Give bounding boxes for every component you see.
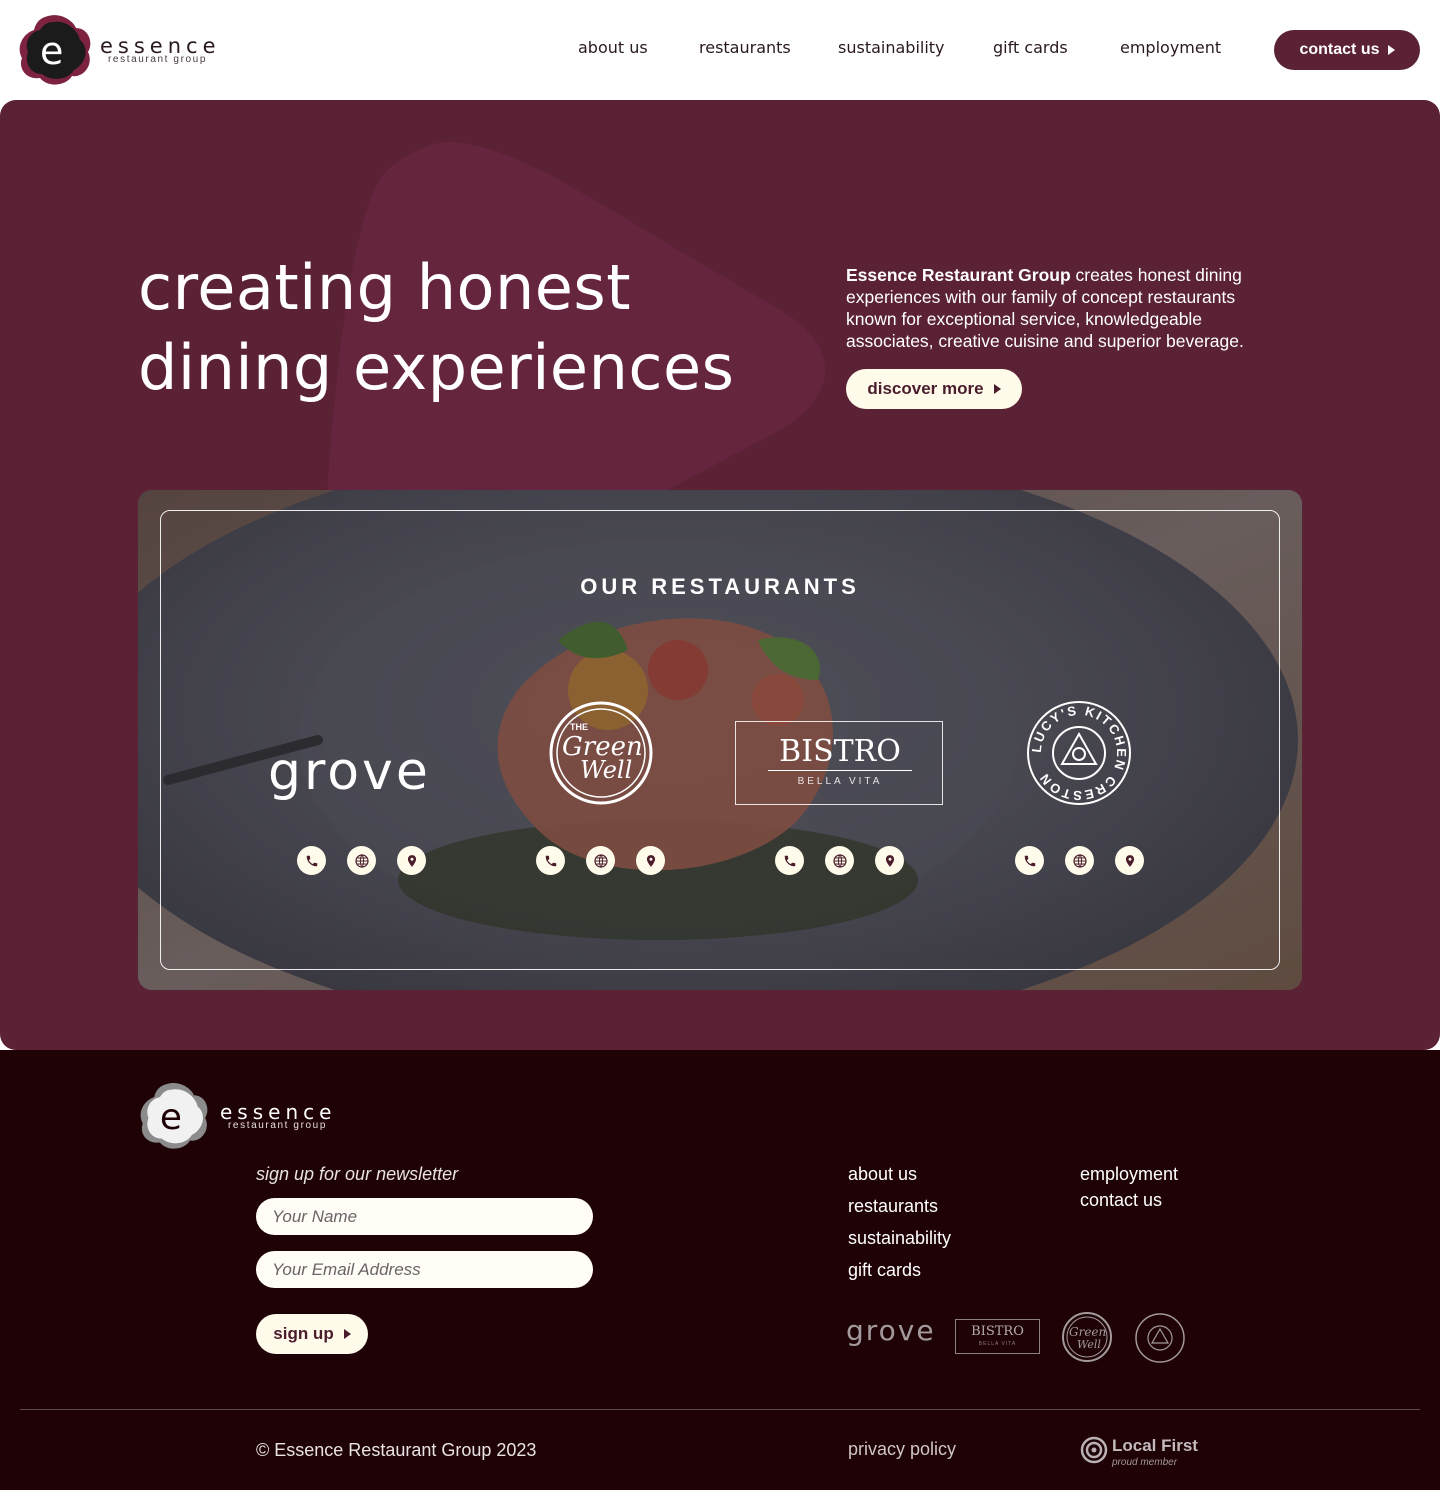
local-first-icon [1080, 1436, 1108, 1464]
bistro-wordmark: BISTRO [779, 734, 901, 769]
lucys-contact-icons [1015, 846, 1144, 876]
map-pin-icon[interactable] [397, 846, 426, 875]
globe-icon[interactable] [825, 846, 854, 875]
discover-more-button[interactable]: discover more [846, 369, 1022, 409]
footer-lucys-badge [1135, 1313, 1185, 1363]
newsletter-name-input[interactable] [256, 1198, 593, 1235]
nav-gift-cards[interactable]: gift cards [993, 38, 1068, 57]
hero-title-line2: dining experiences [138, 331, 735, 404]
svg-text:e: e [160, 1097, 182, 1138]
local-first-sub: proud member [1112, 1457, 1178, 1468]
footer-grove-logo[interactable]: grove [846, 1308, 936, 1368]
green-well-the: THE [570, 722, 588, 732]
discover-more-label: discover more [867, 379, 984, 398]
globe-icon[interactable] [1065, 846, 1094, 875]
sign-up-button[interactable]: sign up [256, 1314, 368, 1354]
footer-brand-tagline: restaurant group [228, 1120, 327, 1131]
map-pin-icon[interactable] [636, 846, 665, 875]
grove-logo[interactable]: grove [268, 742, 454, 812]
green-well-contact-icons [536, 846, 665, 876]
play-arrow-icon [993, 384, 1001, 394]
local-first-label: Local First [1112, 1436, 1198, 1455]
footer-logo-mark: e [140, 1083, 208, 1149]
site-header: e essence restaurant group about us rest… [0, 0, 1440, 100]
newsletter-label: sign up for our newsletter [256, 1164, 459, 1184]
footer-lucys-logo[interactable] [1134, 1312, 1186, 1364]
phone-icon[interactable] [1015, 846, 1044, 875]
bistro-subtitle: BELLA VITA [797, 776, 883, 787]
lucys-kitchen-logo[interactable]: LUCY'S KITCHEN CRESTON [1026, 700, 1132, 806]
footer-link-employment[interactable]: employment [1080, 1164, 1178, 1185]
footer-bistro-subtitle: BELLA VITA [978, 1341, 1017, 1347]
footer-divider [20, 1409, 1420, 1410]
nav-about-us[interactable]: about us [578, 38, 648, 57]
bistro-contact-icons [775, 846, 904, 876]
phone-icon[interactable] [775, 846, 804, 875]
hero-title: creating honest dining experiences [138, 248, 758, 408]
map-pin-icon[interactable] [875, 846, 904, 875]
grove-wordmark: grove [268, 742, 431, 802]
contact-us-button[interactable]: contact us [1274, 30, 1420, 70]
main-nav: about us restaurants sustainability gift… [0, 38, 1440, 62]
contact-us-label: contact us [1299, 41, 1380, 58]
nav-employment[interactable]: employment [1120, 38, 1221, 57]
globe-icon[interactable] [347, 846, 376, 875]
hero-section: creating honest dining experiences Essen… [0, 100, 1440, 1050]
grove-contact-icons [297, 846, 426, 876]
hero-desc-brand: Essence Restaurant Group [846, 265, 1071, 285]
footer-green-well-logo[interactable]: Green Well [1061, 1311, 1113, 1363]
lucys-kitchen-badge: LUCY'S KITCHEN CRESTON [1027, 701, 1131, 805]
footer-link-about-us[interactable]: about us [848, 1164, 917, 1185]
phone-icon[interactable] [297, 846, 326, 875]
green-well-well: Well [580, 756, 633, 784]
footer-link-sustainability[interactable]: sustainability [848, 1228, 951, 1249]
play-arrow-icon [343, 1329, 351, 1339]
globe-icon[interactable] [586, 846, 615, 875]
privacy-policy-link[interactable]: privacy policy [848, 1439, 956, 1460]
copyright-text: © Essence Restaurant Group 2023 [256, 1440, 537, 1460]
green-well-logo[interactable]: THE Green Well [548, 700, 654, 806]
footer-bistro-wordmark: BISTRO [971, 1324, 1024, 1339]
nav-sustainability[interactable]: sustainability [838, 38, 945, 57]
hero-title-line1: creating honest [138, 251, 632, 324]
footer-link-restaurants[interactable]: restaurants [848, 1196, 938, 1217]
bistro-bella-vita-logo[interactable]: BISTRO BELLA VITA [735, 721, 943, 805]
hero-description: Essence Restaurant Group creates honest … [846, 264, 1266, 352]
footer-essence-logo[interactable]: e essence restaurant group [138, 1082, 338, 1152]
our-restaurants-heading: OUR RESTAURANTS [580, 574, 860, 599]
footer-link-gift-cards[interactable]: gift cards [848, 1260, 921, 1281]
svg-text:LUCY'S KITCHEN CRESTON: LUCY'S KITCHEN CRESTON [1029, 703, 1129, 803]
footer-grove-wordmark: grove [846, 1314, 936, 1347]
nav-restaurants[interactable]: restaurants [699, 38, 791, 57]
site-footer: e essence restaurant group sign up for o… [0, 1050, 1440, 1490]
local-first-badge[interactable]: Local First proud member [1080, 1432, 1200, 1472]
footer-green-well-well: Well [1077, 1338, 1101, 1351]
play-arrow-icon [1387, 45, 1395, 55]
sign-up-label: sign up [273, 1324, 334, 1343]
footer-link-contact-us[interactable]: contact us [1080, 1190, 1162, 1211]
our-restaurants-card: OUR RESTAURANTS grove THE Green Well BIS… [138, 490, 1302, 990]
lucys-ring-text: LUCY'S KITCHEN CRESTON [1029, 703, 1127, 803]
footer-bistro-logo[interactable]: BISTRO BELLA VITA [955, 1319, 1040, 1354]
footer-green-well-green: Green [1069, 1325, 1107, 1339]
newsletter-email-input[interactable] [256, 1251, 593, 1288]
map-pin-icon[interactable] [1115, 846, 1144, 875]
bistro-rule [768, 770, 912, 771]
phone-icon[interactable] [536, 846, 565, 875]
